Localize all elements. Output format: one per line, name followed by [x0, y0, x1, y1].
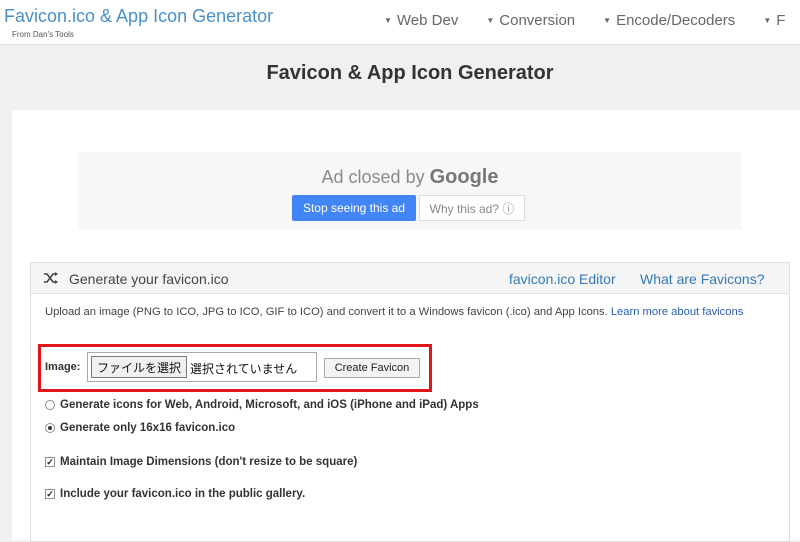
card-title: Generate your favicon.ico — [69, 271, 229, 287]
file-status-text: 選択されていません — [190, 362, 298, 376]
main-nav: ▼ Web Dev ▼ Conversion ▼ Encode/Decoders… — [384, 12, 800, 29]
create-favicon-button[interactable]: Create Favicon — [324, 358, 420, 378]
image-label: Image: — [45, 361, 81, 373]
option-16x16-only[interactable]: Generate only 16x16 favicon.ico — [45, 422, 235, 434]
file-input[interactable]: ファイルを選択 選択されていません — [87, 352, 317, 382]
shuffle-icon — [44, 272, 58, 284]
nav-label: Web Dev — [396, 12, 459, 29]
top-navbar: Favicon.ico & App Icon Generator From Da… — [0, 0, 800, 45]
radio-button-selected[interactable] — [45, 423, 55, 433]
choose-file-button[interactable]: ファイルを選択 — [91, 356, 188, 378]
nav-more[interactable]: ▼ F — [763, 12, 785, 29]
favicon-editor-link[interactable]: favicon.ico Editor — [509, 271, 616, 287]
option-label: Maintain Image Dimensions (don't resize … — [60, 456, 358, 468]
ad-closed-text: Ad closed by — [321, 167, 425, 187]
google-logo: Google — [429, 166, 499, 188]
brand-subtitle: From Dan's Tools — [12, 30, 74, 39]
nav-label: Conversion — [499, 12, 576, 29]
option-label: Generate only 16x16 favicon.ico — [60, 422, 236, 434]
learn-more-link[interactable]: Learn more about favicons — [611, 306, 743, 318]
caret-down-icon: ▼ — [603, 16, 612, 25]
option-all-icons[interactable]: Generate icons for Web, Android, Microso… — [45, 399, 479, 411]
page-title: Favicon & App Icon Generator — [266, 62, 554, 84]
option-public-gallery[interactable]: ✓ Include your favicon.ico in the public… — [45, 488, 305, 500]
checkbox-checked[interactable]: ✓ — [45, 489, 55, 499]
option-maintain-dimensions[interactable]: ✓ Maintain Image Dimensions (don't resiz… — [45, 456, 357, 468]
caret-down-icon: ▼ — [763, 16, 772, 25]
brand-title-link[interactable]: Favicon.ico & App Icon Generator — [4, 6, 273, 27]
caret-down-icon: ▼ — [384, 16, 392, 25]
nav-web-dev[interactable]: ▼ Web Dev — [384, 12, 458, 29]
nav-encode-decoders[interactable]: ▼ Encode/Decoders — [603, 12, 735, 29]
nav-conversion[interactable]: ▼ Conversion — [486, 12, 575, 29]
radio-button[interactable] — [45, 400, 55, 410]
stop-seeing-ad-button[interactable]: Stop seeing this ad — [292, 195, 416, 221]
caret-down-icon: ▼ — [486, 16, 495, 25]
nav-label: F — [776, 12, 786, 29]
description-text: Upload an image (PNG to ICO, JPG to ICO,… — [45, 306, 608, 318]
card-description: Upload an image (PNG to ICO, JPG to ICO,… — [45, 305, 765, 320]
what-are-favicons-link[interactable]: What are Favicons? — [640, 271, 765, 287]
nav-label: Encode/Decoders — [616, 12, 736, 29]
card-header: Generate your favicon.ico favicon.ico Ed… — [31, 263, 789, 294]
option-label: Include your favicon.ico in the public g… — [60, 488, 306, 500]
why-this-ad-button[interactable]: Why this ad? ⓘ — [419, 195, 525, 221]
option-label: Generate icons for Web, Android, Microso… — [60, 399, 479, 411]
ad-closed-message: Ad closed by Google — [78, 166, 742, 189]
ad-container: Ad closed by Google Stop seeing this ad … — [78, 152, 742, 230]
checkbox-checked[interactable]: ✓ — [45, 457, 55, 467]
